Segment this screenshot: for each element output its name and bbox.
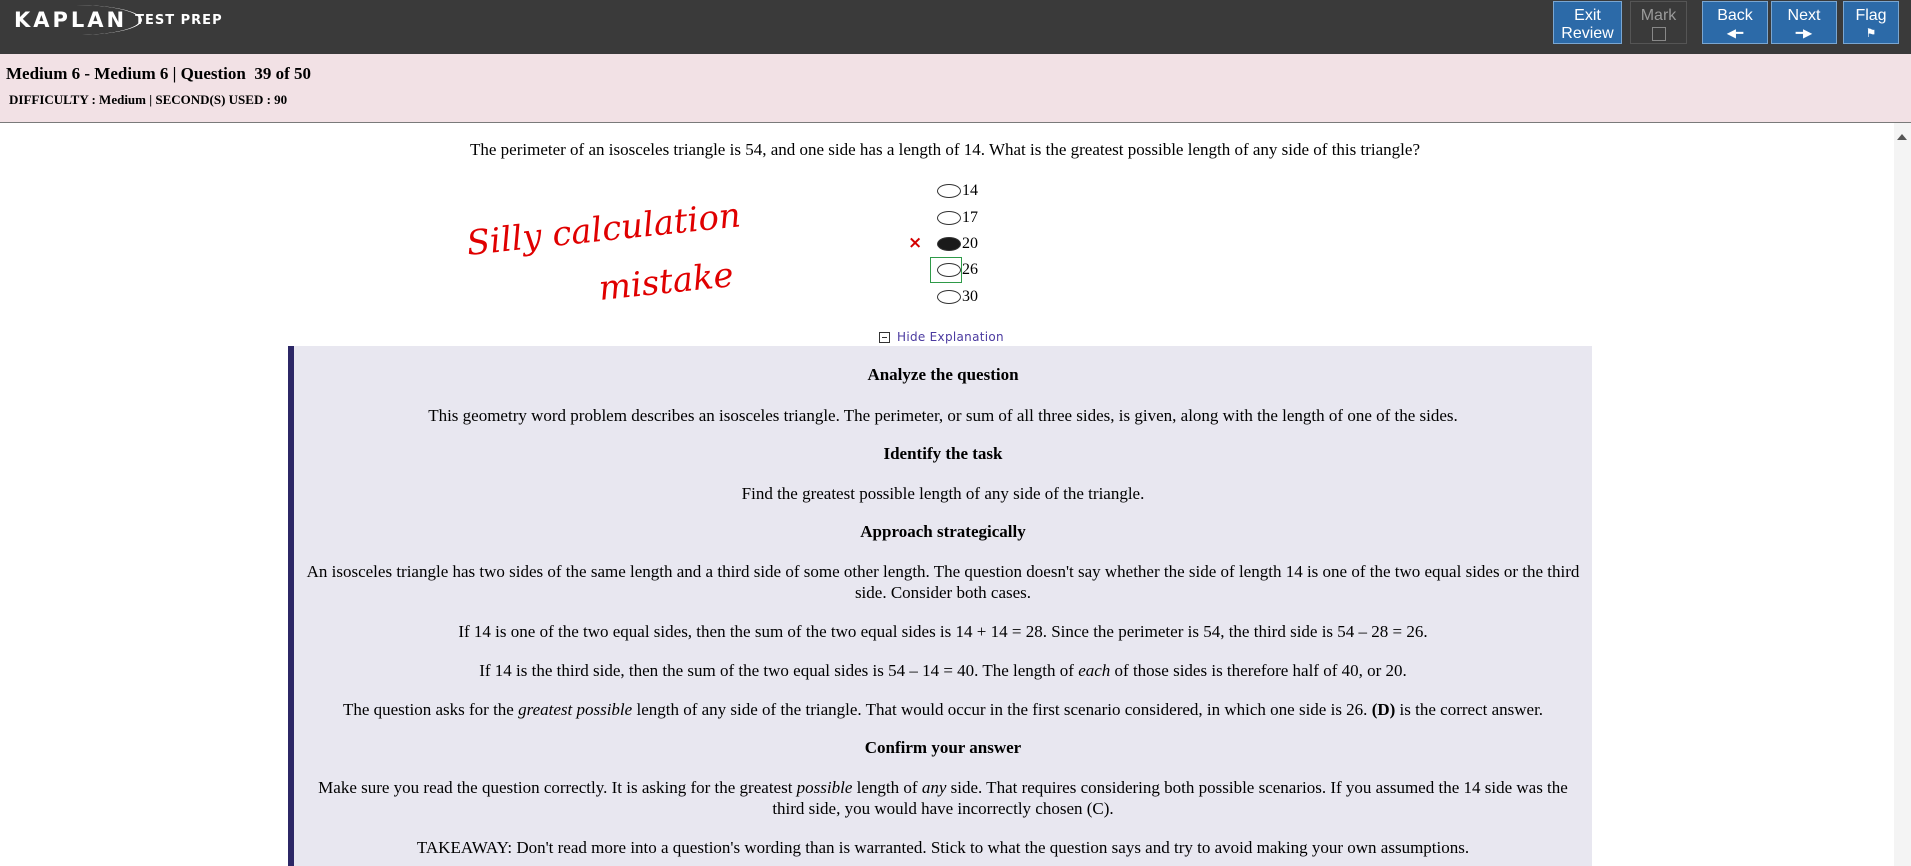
mark-label: Mark [1640,7,1677,24]
choice-label: 14 [962,182,978,199]
answer-choice-c[interactable]: 20 [937,233,978,255]
para-confirm: Make sure you read the question correctl… [318,778,1568,818]
choice-label: 26 [962,261,978,278]
choice-label: 20 [962,235,978,252]
para-answer: The question asks for the greatest possi… [342,700,1544,719]
para-case-one: If 14 is one of the two equal sides, the… [458,622,1428,641]
heading-analyze: Analyze the question [867,365,1019,384]
top-toolbar: KAPLAN TEST PREP Exit Review Mark Back ◀… [0,0,1911,54]
vertical-scrollbar[interactable] [1894,123,1911,866]
choice-label: 30 [962,288,978,305]
para-identify: Find the greatest possible length of any… [741,484,1145,503]
logo-subtitle: TEST PREP [135,12,223,28]
answer-choice-a[interactable]: 14 [937,180,978,202]
back-label: Back [1717,7,1753,24]
radio-button[interactable] [937,211,961,225]
incorrect-mark-icon: × [908,233,923,253]
mark-checkbox[interactable] [1651,27,1666,41]
next-label: Next [1787,7,1821,24]
annotation-line-1: Silly calculation [465,200,743,264]
para-takeaway: TAKEAWAY: Don't read more into a questio… [416,838,1470,857]
exit-review-label-2: Review [1561,25,1614,42]
hide-explanation-label: Hide Explanation [897,330,1004,344]
exit-review-button[interactable]: Exit Review [1553,1,1622,44]
question-stem: The perimeter of an isosceles triangle i… [469,140,1420,159]
flag-button[interactable]: Flag ⚑ [1843,1,1899,44]
arrow-right-icon: ━▶ [1795,26,1813,40]
back-button[interactable]: Back ◀━ [1702,1,1768,44]
para-case-two: If 14 is the third side, then the sum of… [479,661,1407,680]
explanation-panel: Analyze the question This geometry word … [288,346,1592,866]
collapse-icon [879,331,890,343]
choice-label: 17 [962,209,978,226]
arrow-left-icon: ◀━ [1726,26,1744,40]
correct-answer-highlight [930,257,962,283]
para-analyze: This geometry word problem describes an … [428,406,1458,425]
question-title: Medium 6 - Medium 6 | Question 39 of 50 [6,64,312,83]
heading-identify: Identify the task [883,444,1003,463]
kaplan-logo: KAPLAN TEST PREP [14,3,223,37]
answer-choice-b[interactable]: 17 [937,207,978,229]
logo-swoosh [10,5,142,35]
answer-choice-e[interactable]: 30 [937,286,978,308]
heading-confirm: Confirm your answer [864,738,1022,757]
radio-button[interactable] [937,290,961,304]
mark-button[interactable]: Mark [1630,1,1687,44]
question-header: Medium 6 - Medium 6 | Question 39 of 50 … [0,54,1911,123]
next-button[interactable]: Next ━▶ [1771,1,1837,44]
flag-label: Flag [1855,7,1887,24]
annotation-line-2: mistake [597,255,736,309]
hide-explanation-toggle[interactable]: Hide Explanation [879,330,1004,344]
scroll-up-arrow-icon[interactable] [1897,134,1907,140]
heading-approach: Approach strategically [860,522,1026,541]
para-approach: An isosceles triangle has two sides of t… [306,562,1580,602]
handwritten-annotation: Silly calculation mistake [465,200,743,309]
question-meta: DIFFICULTY : Medium | SECOND(S) USED : 9… [9,92,288,107]
radio-button[interactable] [937,184,961,198]
radio-button-selected[interactable] [937,237,961,251]
flag-icon: ⚑ [1865,26,1877,40]
exit-review-label-1: Exit [1574,7,1601,24]
